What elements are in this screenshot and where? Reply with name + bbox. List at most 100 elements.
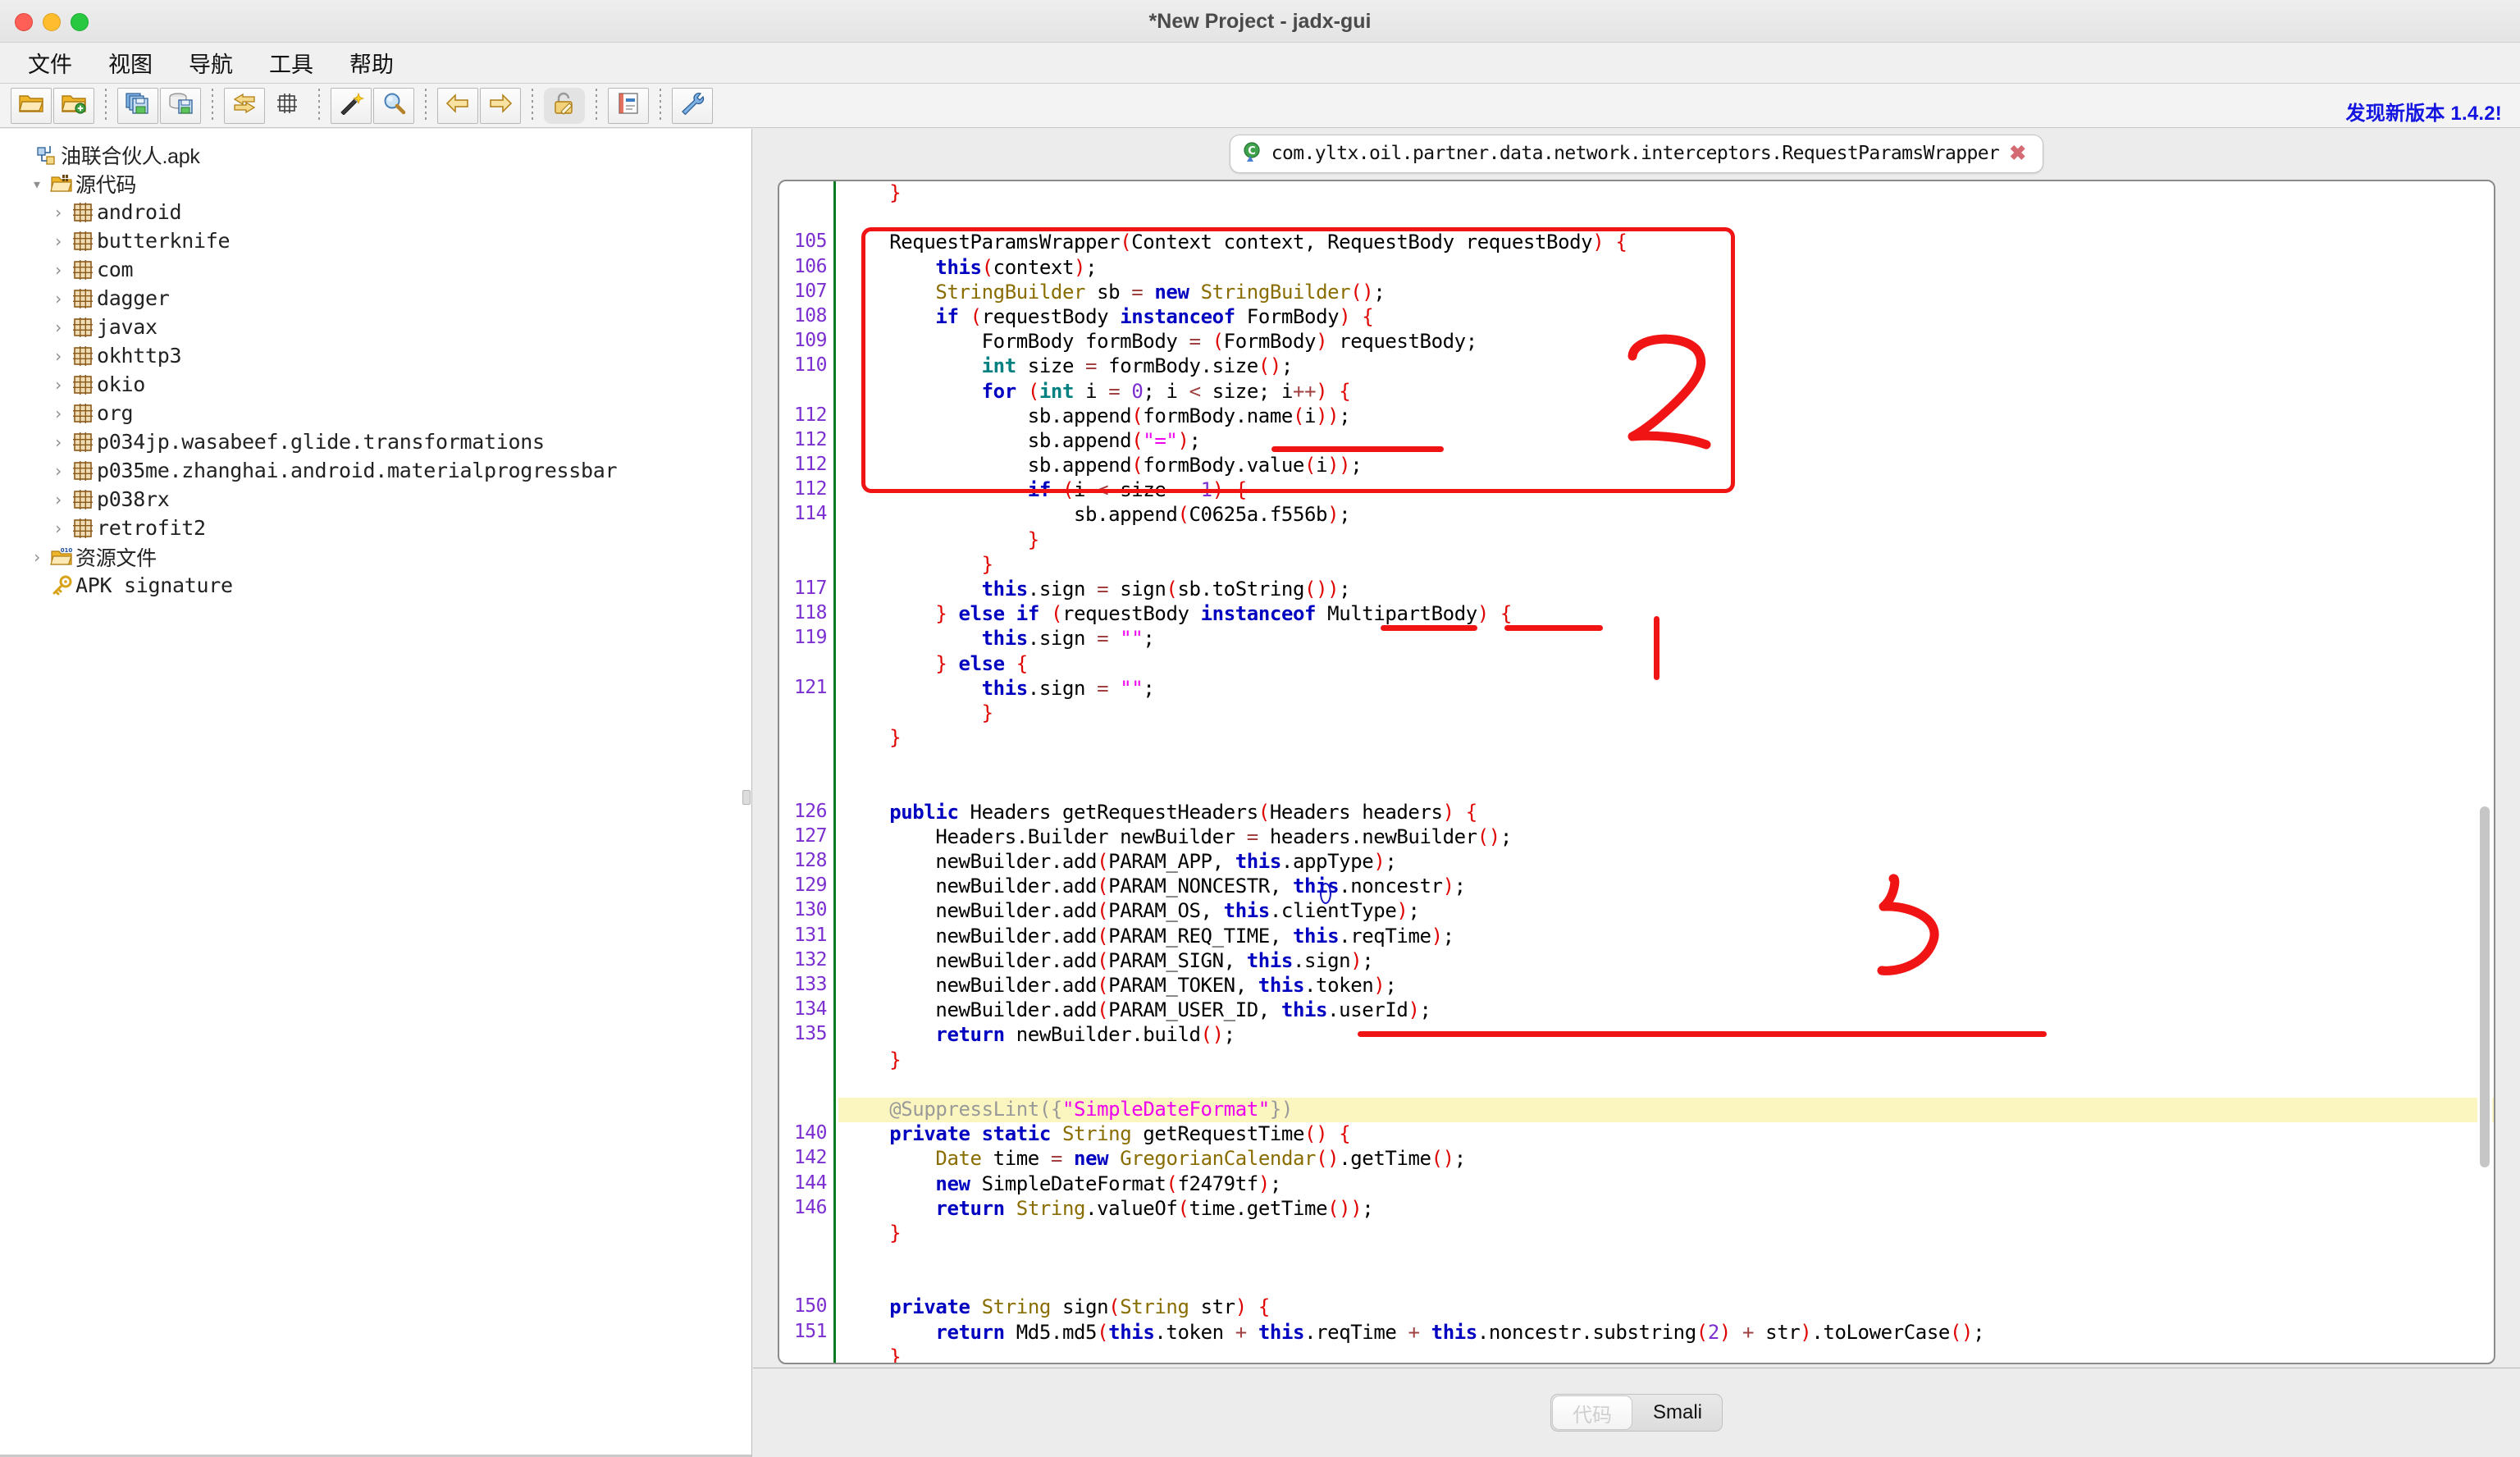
tree-node-okhttp3[interactable]: › okhttp3 (11, 341, 751, 370)
code-line: } (779, 701, 2494, 726)
tree-node-apk-root[interactable]: › 油联合伙人.apk (11, 140, 751, 169)
decompile-button[interactable] (544, 87, 585, 124)
folder-add-icon (61, 92, 87, 119)
code-scroll-area[interactable]: } 105 RequestParamsWrapper(Context contex… (779, 181, 2494, 1363)
source-folder-icon (48, 173, 75, 194)
tree-node-okio[interactable]: › okio (11, 370, 751, 399)
log-viewer-button[interactable] (608, 87, 649, 124)
tree-node-label: okio (97, 372, 146, 396)
tree-node-source-code[interactable]: ▾ 源代码 (11, 169, 751, 198)
chevron-right-icon[interactable]: › (48, 289, 69, 308)
line-number: 135 (793, 1023, 828, 1045)
preferences-button[interactable] (672, 87, 713, 124)
line-number: 128 (793, 850, 828, 872)
code-line: 150 private String sign(String str) { (779, 1295, 2494, 1320)
code-line: } (779, 528, 2494, 553)
split-divider-handle[interactable] (742, 790, 751, 805)
code-line: 109 FormBody formBody = (FormBody) reque… (779, 330, 2494, 354)
chevron-down-icon[interactable]: ▾ (26, 174, 48, 194)
code-vertical-scrollbar[interactable] (2477, 183, 2492, 1361)
chevron-right-icon[interactable]: › (48, 432, 69, 452)
tree-node-label: p035me.zhanghai.android.materialprogress… (97, 459, 618, 482)
chevron-right-icon[interactable]: › (48, 461, 69, 481)
chevron-right-icon[interactable]: › (48, 317, 69, 337)
menu-file[interactable]: 文件 (15, 45, 85, 80)
back-button[interactable] (437, 87, 478, 124)
chevron-right-icon[interactable]: › (48, 375, 69, 395)
line-number: 129 (793, 875, 828, 897)
search-button[interactable] (373, 87, 414, 124)
svg-text:C: C (1248, 145, 1256, 158)
chevron-right-icon[interactable]: › (48, 231, 69, 251)
tree-node-butterknife[interactable]: › butterknife (11, 226, 751, 255)
toolbar-separator (105, 88, 107, 123)
toolbar-separator (425, 88, 427, 123)
grid-icon (275, 92, 299, 119)
chevron-right-icon[interactable]: › (48, 518, 69, 538)
code-line-text: Date time = new GregorianCalendar().getT… (935, 1147, 1466, 1171)
add-files-button[interactable] (53, 87, 94, 124)
window-title: *New Project - jadx-gui (1148, 10, 1372, 33)
tree-node-org[interactable]: › org (11, 399, 751, 427)
code-line: 107 StringBuilder sb = new StringBuilder… (779, 280, 2494, 305)
tree-node-label: okhttp3 (97, 344, 182, 368)
chevron-right-icon[interactable]: › (26, 576, 48, 596)
code-scrollbar-thumb[interactable] (2480, 806, 2490, 1167)
menu-tools[interactable]: 工具 (256, 45, 326, 80)
tree-node-com[interactable]: › com (11, 255, 751, 284)
tree-node-android[interactable]: › android (11, 198, 751, 226)
tree-node-p035me[interactable]: › p035me.zhanghai.android.materialprogres… (11, 456, 751, 485)
save-all-button[interactable] (117, 87, 158, 124)
chevron-right-icon[interactable]: › (48, 203, 69, 222)
code-line-text: int size = formBody.size(); (981, 354, 1294, 378)
close-icon[interactable]: ✖ (2007, 143, 2028, 164)
code-line: 108 if (requestBody instanceof FormBody)… (779, 305, 2494, 330)
line-number: 112 (793, 428, 828, 450)
editor-tab-requestparamswrapper[interactable]: C com.yltx.oil.partner.data.network.inte… (1229, 134, 2044, 173)
tree-node-retrofit2[interactable]: › retrofit2 (11, 514, 751, 542)
code-line-text: } (889, 726, 902, 750)
open-file-button[interactable] (11, 87, 52, 124)
tab-smali[interactable]: Smali (1633, 1395, 1722, 1431)
menu-navigation[interactable]: 导航 (176, 45, 246, 80)
tree-node-apk-signature[interactable]: › APK signature (11, 571, 751, 600)
tree-node-p038rx[interactable]: › p038rx (11, 485, 751, 514)
tree-node-dagger[interactable]: › dagger (11, 284, 751, 313)
chevron-right-icon[interactable]: › (48, 260, 69, 280)
tree-node-resources[interactable]: › 010 资源文件 (11, 542, 751, 571)
export-gradle-button[interactable] (160, 87, 201, 124)
tab-code[interactable]: 代码 (1552, 1396, 1632, 1429)
code-viewer[interactable]: } 105 RequestParamsWrapper(Context contex… (778, 180, 2495, 1364)
chevron-right-icon[interactable]: › (48, 404, 69, 423)
code-line-text: newBuilder.add(PARAM_TOKEN, this.token); (843, 974, 1397, 997)
deobfuscation-button[interactable] (331, 87, 372, 124)
tree-node-javax[interactable]: › javax (11, 313, 751, 341)
package-icon (69, 317, 97, 338)
tree-node-label: butterknife (97, 229, 231, 253)
new-version-notice[interactable]: 发现新版本 1.4.2! (2346, 97, 2502, 126)
chevron-right-icon[interactable]: › (26, 547, 48, 567)
code-line: 112 sb.append(formBody.value(i)); (779, 454, 2494, 478)
chevron-right-icon[interactable]: › (48, 346, 69, 366)
line-number: 131 (793, 924, 828, 946)
tree-node-label: p038rx (97, 487, 170, 511)
tree-node-label: dagger (97, 286, 170, 310)
tree-node-label: p034jp.wasabeef.glide.transformations (97, 430, 545, 454)
flatten-packages-button[interactable] (267, 88, 308, 124)
code-line: } (779, 1345, 2494, 1363)
tree-node-p034jp[interactable]: › p034jp.wasabeef.glide.transformations (11, 427, 751, 456)
jadx-gui-window: *New Project - jadx-gui 文件 视图 导航 工具 帮助 发… (0, 0, 2520, 1457)
code-line-text: public Headers getRequestHeaders(Headers… (889, 800, 1477, 824)
forward-button[interactable] (480, 87, 521, 124)
chevron-right-icon[interactable]: › (48, 490, 69, 509)
tool-bar (0, 84, 2520, 128)
chevron-right-icon[interactable]: › (11, 145, 33, 165)
menu-view[interactable]: 视图 (95, 45, 166, 80)
menu-help[interactable]: 帮助 (336, 45, 407, 80)
line-number: 107 (793, 280, 828, 302)
sync-button[interactable] (224, 87, 265, 124)
title-bar: *New Project - jadx-gui (0, 0, 2520, 43)
code-line: 112 sb.append(formBody.name(i)); (779, 404, 2494, 429)
